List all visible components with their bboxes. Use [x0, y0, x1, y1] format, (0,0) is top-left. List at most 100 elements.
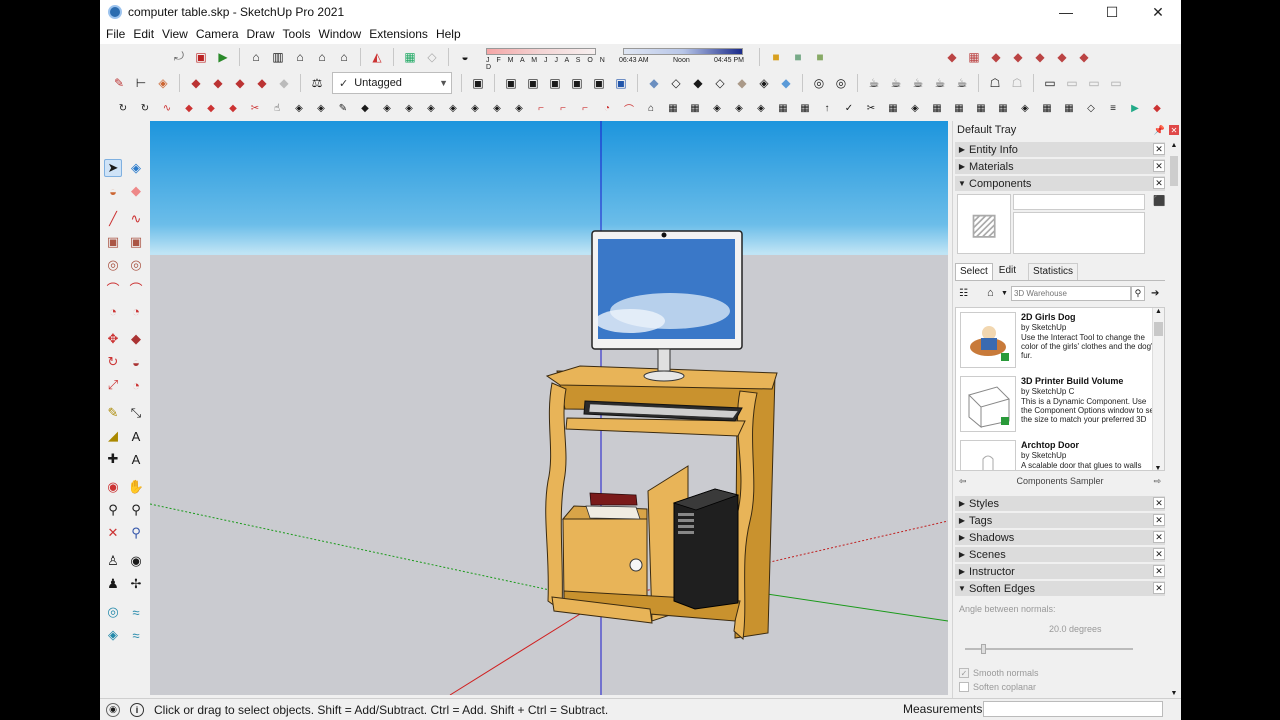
tape-icon[interactable]: ☝ — [270, 102, 284, 116]
walk-icon[interactable]: ☖ — [1008, 74, 1026, 92]
component-options-icon[interactable]: ■ — [811, 48, 829, 66]
select-arrow-icon[interactable]: ➤ — [104, 159, 122, 177]
zoom-tool-icon[interactable]: ⚲ — [104, 501, 122, 519]
rotated-rect-icon[interactable]: ⌐ — [578, 102, 592, 116]
face-style-shaded-icon[interactable]: ◆ — [733, 74, 751, 92]
scale-tool-icon[interactable]: ⤢ — [104, 376, 122, 394]
menu-view[interactable]: View — [160, 27, 194, 41]
panel-close-icon[interactable]: ✕ — [1153, 160, 1165, 172]
text-icon[interactable]: ✎ — [336, 102, 350, 116]
panel-soften-edges[interactable]: ▼ Soften Edges ✕ — [955, 581, 1165, 596]
navigation-dropdown-icon[interactable]: ▼ — [1001, 290, 1008, 297]
union-icon[interactable]: ☕ — [909, 74, 927, 92]
panel-shadows[interactable]: ▶ Shadows ✕ — [955, 530, 1165, 545]
array-icon[interactable]: ◈ — [754, 102, 768, 116]
tray-scroll-thumb[interactable] — [1170, 156, 1178, 186]
tab-edit[interactable]: Edit — [993, 263, 1022, 280]
shadow-time-slider[interactable]: 06:43 AM Noon 04:45 PM — [619, 46, 754, 68]
previous-view-icon[interactable]: ◈ — [490, 102, 504, 116]
share-model-icon[interactable]: ▣ — [192, 48, 210, 66]
scroll-down-icon[interactable]: ▼ — [1153, 465, 1163, 470]
component-details-icon[interactable]: ⬛ — [1153, 196, 1165, 207]
get-models-icon[interactable]: ⤾ — [170, 48, 188, 66]
zoom-extents-tool-icon[interactable]: ✕ — [104, 524, 122, 542]
menu-help[interactable]: Help — [434, 27, 467, 41]
component-description-field[interactable] — [1013, 212, 1145, 254]
view-back-icon[interactable]: ▣ — [590, 74, 608, 92]
sandbox-from-contours-icon[interactable]: ◆ — [943, 48, 961, 66]
mirror-icon[interactable]: ◈ — [732, 102, 746, 116]
view-left-icon[interactable]: ▣ — [612, 74, 630, 92]
face-style-hidden-icon[interactable]: ◆ — [689, 74, 707, 92]
outer-shell-icon[interactable]: ☕ — [865, 74, 883, 92]
arc-tool-icon[interactable]: ⌒ — [104, 279, 122, 297]
lock-icon[interactable]: ▭ — [1107, 74, 1125, 92]
geo-location-icon[interactable]: ◉ — [106, 702, 120, 717]
circle-tool-icon[interactable]: ◎ — [104, 256, 122, 274]
menu-draw[interactable]: Draw — [245, 27, 281, 41]
home-icon[interactable]: ⌂ — [987, 287, 1001, 299]
circle-icon[interactable]: ◔ — [600, 102, 614, 116]
line-icon[interactable]: ⌐ — [534, 102, 548, 116]
polygon-tool-icon[interactable]: ◎ — [127, 256, 145, 274]
back-arrow-icon[interactable]: ⇦ — [959, 476, 967, 487]
zoom-extents-icon[interactable]: ◈ — [468, 102, 482, 116]
panel-tags[interactable]: ▶ Tags ✕ — [955, 513, 1165, 528]
minimize-button[interactable]: — — [1043, 0, 1089, 24]
walk-tool-icon[interactable]: ♟ — [104, 575, 122, 593]
panel-scenes[interactable]: ▶ Scenes ✕ — [955, 547, 1165, 562]
component-cube-icon[interactable]: ■ — [767, 48, 785, 66]
panel-close-icon[interactable]: ✕ — [1153, 177, 1165, 189]
maximize-button[interactable]: ☐ — [1089, 0, 1135, 24]
axes-icon[interactable]: ◈ — [314, 102, 328, 116]
menu-tools[interactable]: Tools — [281, 27, 317, 41]
soften-icon[interactable]: ◇ — [1084, 102, 1098, 116]
position-camera-tool-icon[interactable]: ♙ — [104, 552, 122, 570]
stretch-icon[interactable]: ▶ — [1128, 102, 1142, 116]
front-view-icon[interactable]: ⌂ — [291, 48, 309, 66]
make-component-icon[interactable]: ▭ — [1041, 74, 1059, 92]
style-hidden-line-icon[interactable]: ◆ — [253, 74, 271, 92]
list-item[interactable]: Archtop Door by SketchUp A scalable door… — [960, 440, 1156, 470]
3d-viewport[interactable] — [150, 121, 948, 695]
dynamic-component-icon[interactable]: ■ — [789, 48, 807, 66]
view-options-icon[interactable]: ☷ — [959, 288, 981, 299]
make-component-tool-icon[interactable]: ◈ — [127, 159, 145, 177]
stamp-tool-icon[interactable]: ◈ — [104, 626, 122, 644]
face-style-monochrome-icon[interactable]: ◆ — [777, 74, 795, 92]
panel-close-icon[interactable]: ✕ — [1153, 497, 1165, 509]
zoom-icon[interactable]: ◈ — [424, 102, 438, 116]
info-icon[interactable]: i — [130, 702, 144, 717]
flip-icon[interactable]: ◈ — [710, 102, 724, 116]
sandbox-from-scratch-icon[interactable]: ▦ — [965, 48, 983, 66]
tab-statistics[interactable]: Statistics — [1028, 263, 1079, 280]
forward-arrow-icon[interactable]: ⇨ — [1153, 476, 1161, 487]
menu-edit[interactable]: Edit — [131, 27, 160, 41]
extrude-icon[interactable]: ↑ — [820, 102, 834, 116]
orbit-tool-icon[interactable]: ◉ — [104, 478, 122, 496]
list-item[interactable]: 3D Printer Build Volume by SketchUp C Th… — [960, 376, 1156, 436]
rectangle-tool-icon[interactable]: ▣ — [104, 233, 122, 251]
soften-coplanar-checkbox[interactable] — [959, 682, 969, 692]
pie-icon[interactable]: ⌂ — [644, 102, 658, 116]
subtract-icon[interactable]: ☕ — [931, 74, 949, 92]
menu-window[interactable]: Window — [317, 27, 368, 41]
look-around-icon[interactable]: ◉ — [127, 552, 145, 570]
shadow-date-slider[interactable]: J F M A M J J A S O N D — [480, 46, 615, 71]
extension-warehouse-icon[interactable]: ▶ — [214, 48, 232, 66]
panel-close-icon[interactable]: ✕ — [1153, 143, 1165, 155]
move-small-icon[interactable]: ▦ — [666, 102, 680, 116]
list-item[interactable]: 2D Girls Dog by SketchUp Use the Interac… — [960, 312, 1157, 372]
view-right-icon[interactable]: ▣ — [568, 74, 586, 92]
section-tool-icon[interactable]: ✢ — [127, 575, 145, 593]
axes-tool-icon[interactable]: ✚ — [104, 450, 122, 468]
push-pull-icon[interactable]: ◆ — [127, 330, 145, 348]
hide-icon[interactable]: ▦ — [930, 102, 944, 116]
scroll-thumb[interactable] — [1154, 322, 1163, 336]
panel-materials[interactable]: ▶ Materials ✕ — [955, 159, 1165, 174]
lock-small-icon[interactable]: ▦ — [974, 102, 988, 116]
copy-icon[interactable]: ▦ — [688, 102, 702, 116]
panel-instructor[interactable]: ▶ Instructor ✕ — [955, 564, 1165, 579]
chamfer-icon[interactable]: ▦ — [1040, 102, 1054, 116]
warehouse-search-input[interactable] — [1010, 285, 1131, 301]
